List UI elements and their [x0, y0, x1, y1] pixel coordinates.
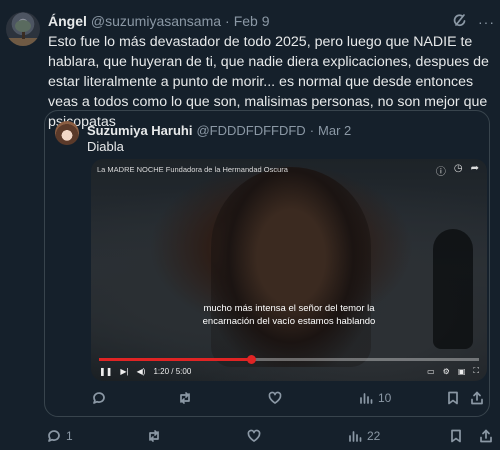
author-name[interactable]: Ángel	[48, 13, 87, 29]
video-time: 1:20 / 5:00	[153, 366, 192, 376]
quote-author-name[interactable]: Suzumiya Haruhi	[87, 123, 192, 138]
reply-icon	[93, 392, 105, 404]
reply-icon	[48, 430, 60, 442]
video-progress-bar[interactable]	[99, 355, 479, 364]
quote-bookmark-button[interactable]	[445, 390, 461, 406]
tweet-header: Ángel @suzumiyasansama · Feb 9	[48, 13, 270, 29]
pause-icon[interactable]: ❚❚	[99, 367, 112, 376]
bookmark-button[interactable]	[448, 428, 464, 444]
repost-button[interactable]	[146, 428, 166, 444]
quote-repost-button[interactable]	[177, 390, 197, 406]
bookmark-icon	[451, 429, 461, 443]
bookmark-icon	[448, 391, 458, 405]
views-icon	[349, 431, 362, 442]
tweet-date[interactable]: Feb 9	[234, 13, 270, 29]
share-button[interactable]	[478, 428, 494, 444]
reply-count: 1	[66, 429, 73, 443]
quote-like-button[interactable]	[267, 390, 287, 406]
volume-icon[interactable]: ◀)	[137, 367, 146, 376]
fullscreen-icon[interactable]: ⛶	[473, 366, 479, 376]
video-top-icons: ⓘ ◷ ➦	[436, 163, 479, 178]
video-thumbnail-hand	[433, 229, 473, 349]
quote-avatar[interactable]	[55, 121, 79, 145]
video-controls: ❚❚ ▶| ◀) 1:20 / 5:00 ▭ ⚙ ▣ ⛶	[99, 364, 479, 378]
share-icon	[471, 391, 483, 405]
quote-views-button[interactable]: 10	[358, 390, 391, 406]
separator: ·	[225, 13, 230, 29]
like-button[interactable]	[246, 428, 266, 444]
info-icon[interactable]: ⓘ	[436, 163, 446, 178]
views-count: 22	[367, 429, 381, 443]
next-icon[interactable]: ▶|	[120, 367, 128, 376]
quote-separator: ·	[309, 123, 315, 138]
quote-actions: 10	[45, 390, 489, 410]
quote-header: Suzumiya Haruhi @FDDDFDFFDFD · Mar 2	[87, 123, 351, 138]
quote-text: Diabla	[87, 139, 124, 154]
captions-icon[interactable]: ▭	[427, 367, 435, 376]
video-thumbnail-figure	[211, 167, 371, 367]
video-player[interactable]: La MADRE NOCHE Fundadora de la Hermandad…	[91, 159, 487, 381]
quote-author-handle[interactable]: @FDDDFDFFDFD	[196, 123, 305, 138]
avatar[interactable]	[6, 12, 40, 46]
quote-reply-button[interactable]	[91, 390, 111, 406]
video-title[interactable]: La MADRE NOCHE Fundadora de la Hermandad…	[97, 165, 288, 174]
miniplayer-icon[interactable]: ▣	[458, 367, 466, 376]
share-icon	[480, 429, 492, 443]
tweet-actions: 1 22	[0, 428, 500, 448]
subtitle-line-2: encarnación del vacío estamos hablando	[202, 316, 376, 327]
progress-fill	[99, 358, 251, 361]
quote-views-count: 10	[378, 391, 392, 405]
quote-date[interactable]: Mar 2	[318, 123, 351, 138]
views-button[interactable]: 22	[347, 428, 380, 444]
subtitle-line-1: mucho más intensa el señor del temor la	[203, 303, 375, 314]
progress-knob[interactable]	[247, 355, 256, 364]
video-subtitles: mucho más intensa el señor del temor la …	[91, 302, 487, 328]
share-icon[interactable]: ➦	[471, 163, 479, 178]
grok-icon[interactable]	[452, 12, 468, 28]
settings-icon[interactable]: ⚙	[443, 367, 450, 376]
repost-icon	[149, 430, 159, 442]
quoted-tweet[interactable]: Suzumiya Haruhi @FDDDFDFFDFD · Mar 2 Dia…	[44, 110, 490, 417]
more-icon[interactable]: ···	[478, 14, 495, 30]
author-handle[interactable]: @suzumiyasansama	[91, 13, 221, 29]
heart-icon	[268, 391, 282, 404]
repost-icon	[180, 392, 190, 404]
quote-share-button[interactable]	[469, 390, 485, 406]
clock-icon[interactable]: ◷	[454, 163, 463, 178]
reply-button[interactable]: 1	[46, 428, 73, 444]
heart-icon	[247, 429, 261, 442]
views-icon	[360, 393, 373, 404]
tweet[interactable]: Ángel @suzumiyasansama · Feb 9 ··· Esto …	[0, 0, 500, 450]
